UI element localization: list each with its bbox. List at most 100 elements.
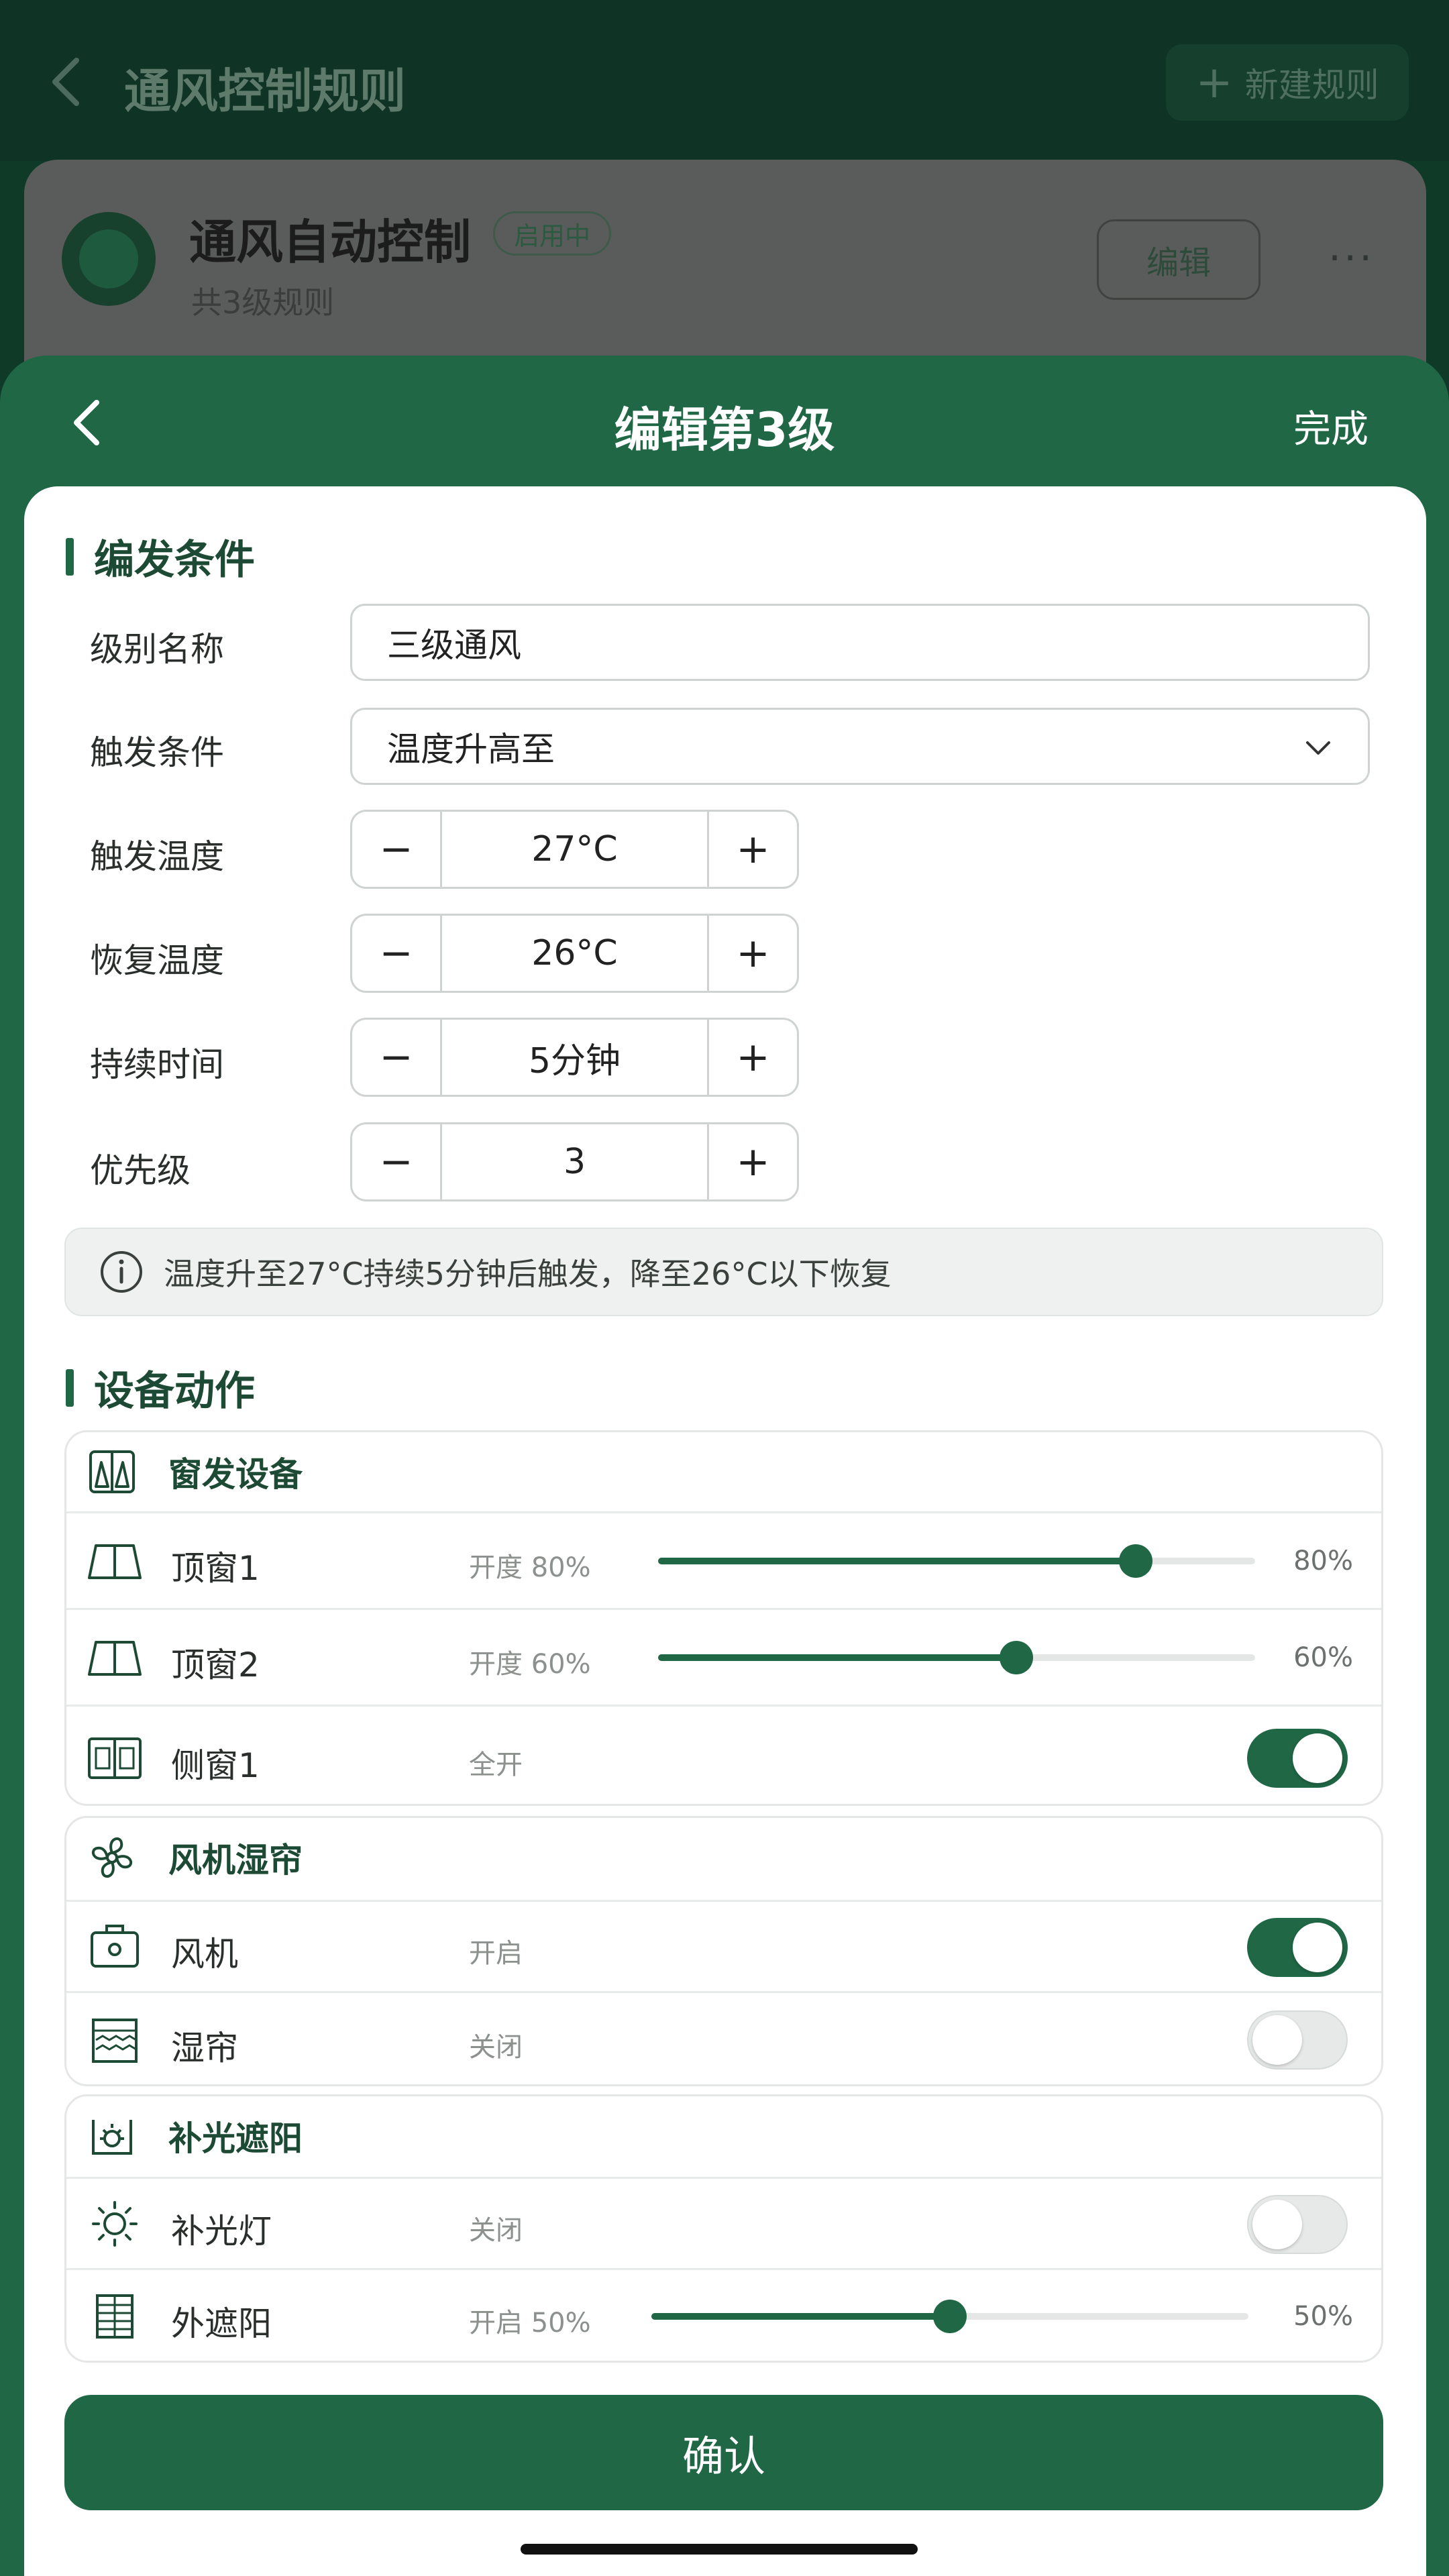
toggle-knob: [1293, 1733, 1342, 1783]
ventilation-avatar-icon: [62, 212, 156, 306]
device-name: 风机: [171, 1935, 238, 1974]
section-accent-bar: [66, 537, 74, 576]
device-name: 顶窗1: [171, 1549, 260, 1588]
trigger-temp-decrement-button[interactable]: −: [352, 812, 442, 887]
section-accent-bar: [66, 1368, 74, 1407]
side-window-toggle[interactable]: [1247, 1729, 1348, 1788]
device-row-top-window-1: 顶窗1 开度 80% 80%: [66, 1511, 1381, 1608]
device-state: 全开: [469, 1750, 523, 1780]
info-icon: [101, 1251, 142, 1293]
rule-card-subtitle: 共3级规则: [191, 284, 335, 321]
device-row-wet-pad: 湿帘 关闭: [66, 1991, 1381, 2088]
level-name-input[interactable]: 三级通风: [350, 604, 1370, 681]
wet-pad-toggle[interactable]: [1247, 2010, 1348, 2070]
recover-temp-increment-button[interactable]: +: [707, 916, 797, 991]
shade-icon: [96, 2294, 133, 2339]
recover-temp-label: 恢复温度: [90, 941, 224, 980]
window-device-group: 窗发设备 顶窗1 开度 80% 80% 顶窗2 开度 60% 60% 侧窗1 全…: [64, 1430, 1383, 1806]
opening-slider-fill: [658, 1558, 1136, 1564]
rule-card-title: 通风自动控制: [189, 215, 471, 270]
device-row-outer-shade: 外遮阳 开启 50% 50%: [66, 2268, 1381, 2365]
trigger-temp-label: 触发温度: [90, 837, 224, 876]
fan-unit-icon: [91, 1925, 139, 1968]
light-group-header: 补光遮阳: [66, 2096, 1381, 2176]
recover-temp-stepper: − 26°C +: [350, 914, 799, 993]
background-page-title: 通风控制规则: [124, 64, 406, 119]
device-row-side-window-1: 侧窗1 全开: [66, 1705, 1381, 1808]
duration-stepper: − 5分钟 +: [350, 1018, 799, 1097]
new-rule-label: 新建规则: [1244, 66, 1379, 105]
duration-value[interactable]: 5分钟: [442, 1020, 707, 1095]
device-state: 开度 60%: [469, 1649, 591, 1680]
opening-slider-handle[interactable]: [1000, 1641, 1033, 1674]
condition-label: 触发条件: [90, 733, 224, 772]
toggle-knob: [1293, 1923, 1342, 1972]
recover-temp-value[interactable]: 26°C: [442, 916, 707, 991]
chevron-down-icon: [1306, 741, 1330, 755]
recover-temp-decrement-button[interactable]: −: [352, 916, 442, 991]
light-shade-icon: [92, 2120, 132, 2155]
new-rule-button: + 新建规则: [1166, 44, 1409, 121]
wet-pad-icon: [92, 2019, 138, 2063]
trigger-temp-value[interactable]: 27°C: [442, 812, 707, 887]
priority-stepper: − 3 +: [350, 1122, 799, 1201]
device-state: 关闭: [469, 2215, 523, 2246]
device-row-grow-light: 补光灯 关闭: [66, 2177, 1381, 2268]
sheet-title: 编辑第3级: [614, 402, 835, 458]
condition-select-value: 温度升高至: [387, 729, 555, 769]
opening-slider-track[interactable]: [658, 1544, 1255, 1578]
device-state: 开启: [469, 1938, 523, 1969]
toggle-knob: [1252, 2015, 1302, 2065]
condition-select[interactable]: 温度升高至: [350, 708, 1370, 785]
trigger-section-title: 编发条件: [66, 527, 255, 586]
device-name: 湿帘: [171, 2029, 238, 2068]
opening-slider-track[interactable]: [658, 1641, 1255, 1674]
toggle-knob: [1252, 2200, 1302, 2249]
rule-summary-hint: 温度升至27°C持续5分钟后触发，降至26°C以下恢复: [64, 1228, 1383, 1316]
light-shade-device-group: 补光遮阳 补光灯 关闭 外遮阳 开启 50% 50%: [64, 2094, 1383, 2363]
priority-increment-button[interactable]: +: [707, 1124, 797, 1199]
device-row-fan: 风机 开启: [66, 1900, 1381, 1991]
roof-window-icon: [88, 1641, 142, 1676]
duration-increment-button[interactable]: +: [707, 1020, 797, 1095]
actions-section-title: 设备动作: [66, 1358, 255, 1417]
level-name-label: 级别名称: [90, 630, 224, 669]
window-group-header: 窗发设备: [66, 1432, 1381, 1511]
home-indicator: [521, 2544, 918, 2555]
device-name: 顶窗2: [171, 1646, 260, 1684]
priority-value[interactable]: 3: [442, 1124, 707, 1199]
device-row-top-window-2: 顶窗2 开度 60% 60%: [66, 1608, 1381, 1705]
opening-slider-handle[interactable]: [1119, 1544, 1152, 1578]
more-icon: ···: [1328, 235, 1375, 282]
side-window-icon: [88, 1737, 142, 1779]
device-state: 关闭: [469, 2032, 523, 2063]
back-arrow-icon: [52, 58, 79, 106]
device-name: 外遮阳: [171, 2304, 272, 2343]
confirm-button[interactable]: 确认: [64, 2395, 1383, 2510]
shade-slider-track[interactable]: [651, 2300, 1248, 2333]
window-group-icon: [89, 1450, 135, 1493]
device-name: 补光灯: [171, 2212, 272, 2251]
status-badge: 启用中: [493, 211, 612, 256]
done-button[interactable]: 完成: [1293, 399, 1368, 453]
fan-group-header: 风机湿帘: [66, 1818, 1381, 1897]
hint-text: 温度升至27°C持续5分钟后触发，降至26°C以下恢复: [164, 1256, 892, 1292]
duration-label: 持续时间: [90, 1045, 224, 1084]
shade-slider-handle[interactable]: [933, 2300, 967, 2333]
shade-percent: 50%: [1293, 2301, 1353, 2332]
trigger-temp-stepper: − 27°C +: [350, 810, 799, 889]
fan-toggle[interactable]: [1247, 1918, 1348, 1977]
trigger-temp-increment-button[interactable]: +: [707, 812, 797, 887]
shade-slider-fill: [651, 2313, 950, 2320]
duration-decrement-button[interactable]: −: [352, 1020, 442, 1095]
device-name: 侧窗1: [171, 1746, 260, 1785]
opening-percent: 80%: [1293, 1546, 1353, 1576]
rule-edit-button: 编辑: [1097, 219, 1260, 300]
sun-icon: [92, 2201, 138, 2247]
device-state: 开启 50%: [469, 2308, 591, 2339]
device-state: 开度 80%: [469, 1552, 591, 1583]
grow-light-toggle[interactable]: [1247, 2195, 1348, 2254]
priority-label: 优先级: [90, 1151, 191, 1190]
opening-percent: 60%: [1293, 1642, 1353, 1673]
priority-decrement-button[interactable]: −: [352, 1124, 442, 1199]
